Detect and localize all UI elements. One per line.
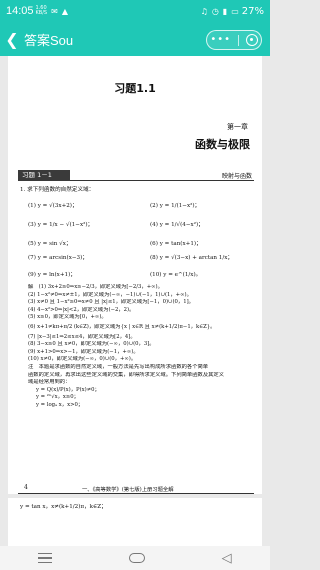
status-bar: 14:05 1.60 KB/S ✉ ▲ ♫ ◷ ▮ ▭ 27% <box>0 0 270 22</box>
menu-icon[interactable] <box>38 552 53 564</box>
exercise-tag: 习题 1－1 <box>18 170 70 181</box>
exercise-topic: 映射与函数 <box>221 173 252 180</box>
solution-line: (9) x+1>0⇒x>−1，即定义域为(−1，+∞)。 <box>28 348 139 355</box>
document-page: 习题1.1 第一章 函数与极限 习题 1－1 映射与函数 1. 求下列函数的自然… <box>8 56 262 494</box>
footer-divider <box>18 493 254 494</box>
formula-line: y = ²ⁿ√x，x≥0； <box>36 394 79 401</box>
signal-icon: ▮ <box>222 6 228 16</box>
exercise-header: 习题 1－1 映射与函数 <box>18 170 254 181</box>
solution-line: (5) x≥0，即定义域为[0，+∞)。 <box>28 314 107 321</box>
next-page-line: y = tan x，x≠(k+1/2)π，k∈Z； <box>20 504 107 510</box>
home-icon[interactable] <box>128 553 145 563</box>
target-icon[interactable] <box>245 34 258 46</box>
question-item: (2) y = 1/(1−x²)； <box>150 203 201 209</box>
note-line: 域是经常用到的： <box>28 379 71 386</box>
solution-line: (2) 1−x²≠0⇒x≠±1，即定义域为(−∞，−1)∪(−1，1)∪(1，+… <box>28 291 192 298</box>
question-item: (7) y = arcsin(x−3)； <box>28 255 88 261</box>
solution-line: (6) x+1≠kπ+π/2 (k∈Z)，即定义域为{x | x∈R 且 x≠(… <box>28 323 216 330</box>
alarm-icon: ◷ <box>211 6 219 16</box>
solution-line: (4) 4−x²>0⇒|x|<2，即定义域为(−2，2)。 <box>28 306 135 313</box>
network-speed: 1.60 KB/S <box>35 5 48 16</box>
solution-block: 解 (1) 3x+2≥0⇒x≥−2/3，即定义域为[−2/3，+∞)。 (2) … <box>28 284 250 410</box>
next-page: y = tan x，x≠(k+1/2)π，k∈Z； <box>8 498 262 546</box>
question-item: (9) y = ln(x+1)； <box>28 272 76 278</box>
chevron-left-icon[interactable]: ❮ <box>0 22 24 56</box>
capsule-divider <box>237 34 239 46</box>
solution-line: (3) x≠0 且 1−x²≥0⇒x≠0 且 |x|≤1，即定义域为[−1，0)… <box>28 299 194 306</box>
note-line: 函数的定义域，再求出这些定义域的交集，即得所求定义域。下列简单函数及其定义 <box>28 371 224 378</box>
notification-icon: ▲ <box>61 6 68 16</box>
solution-line: (7) |x−3|≤1⇒2≤x≤4，即定义域为[2，4]。 <box>28 333 136 340</box>
battery-icon: ▭ <box>231 6 239 16</box>
chapter-label: 第一章 <box>227 123 248 131</box>
app-title: 答案Sou <box>24 32 74 48</box>
solution-line: (8) 3−x≥0 且 x≠0，即定义域为(−∞，0)∪(0，3]。 <box>28 341 155 348</box>
note-line: 注 本题是求函数的自然定义域，一般方法是先写出构成所求函数的各个简单 <box>28 363 209 370</box>
question-item: (6) y = tan(x+1)； <box>150 241 202 247</box>
clock: 14:05 <box>6 5 34 17</box>
chapter-name: 函数与极限 <box>195 138 250 151</box>
question-item: (3) y = 1/x − √(1−x²)； <box>28 222 94 228</box>
back-triangle-icon[interactable]: ◁ <box>222 551 232 566</box>
question-item: (1) y = √(3x+2)； <box>28 203 78 209</box>
solution-line: 解 (1) 3x+2≥0⇒x≥−2/3，即定义域为[−2/3，+∞)。 <box>28 284 163 290</box>
battery-level: 27% <box>241 5 264 17</box>
question-item: (4) y = 1/√(4−x²)； <box>150 222 204 228</box>
formula-line: y = Q(x)/P(x)，P(x)≠0； <box>36 386 100 393</box>
headphones-icon: ♫ <box>200 6 208 16</box>
section-title: 习题1.1 <box>114 82 156 95</box>
question-item: (5) y = sin √x； <box>28 241 72 247</box>
system-nav-bar: ◁ <box>0 546 270 570</box>
solution-line: (10) x≠0，即定义域为(−∞，0)∪(0，+∞)。 <box>28 356 137 363</box>
more-dots-icon[interactable]: ••• <box>210 35 231 45</box>
question-item: (10) y = e^(1/x)。 <box>150 272 202 278</box>
question-intro: 1. 求下列函数的自然定义域： <box>20 187 95 193</box>
page-number: 4 <box>24 484 28 491</box>
page-footer: 一、《高等数学》(第七版)上册习题全解 <box>82 487 174 493</box>
mini-program-capsule: ••• <box>206 30 262 50</box>
formula-line: y = logₐ x，x>0； <box>36 401 84 408</box>
question-item: (8) y = √(3−x) + arctan 1/x； <box>150 255 233 261</box>
mail-icon: ✉ <box>51 6 58 16</box>
title-bar: ❮ 答案Sou ••• <box>0 22 270 56</box>
